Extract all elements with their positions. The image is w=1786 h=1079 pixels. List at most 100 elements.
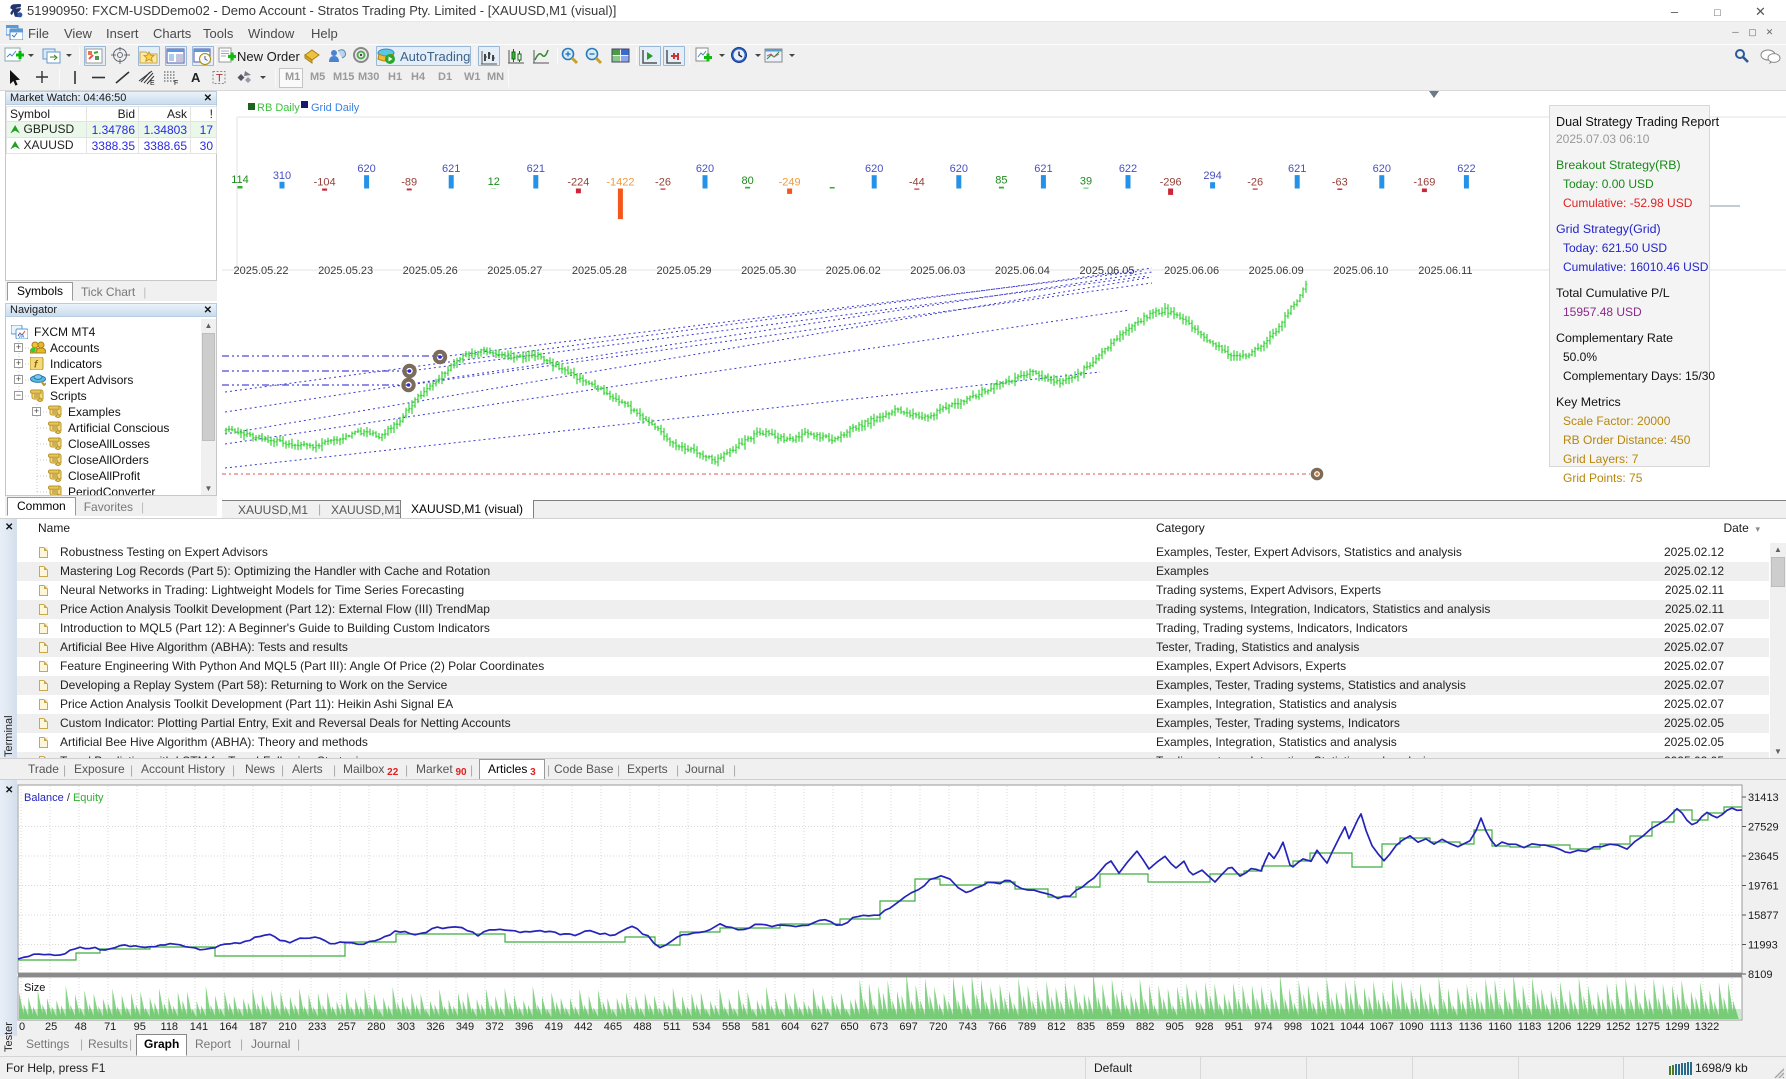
svg-text:372: 372	[485, 1021, 503, 1033]
svg-text:859: 859	[1106, 1021, 1124, 1033]
svg-text:310: 310	[273, 170, 291, 182]
svg-text:T: T	[216, 73, 223, 85]
svg-text:1090: 1090	[1399, 1021, 1423, 1033]
svg-text:1136: 1136	[1459, 1021, 1483, 1033]
svg-text:1044: 1044	[1340, 1021, 1364, 1033]
svg-text:2025.05.26: 2025.05.26	[403, 265, 458, 277]
svg-text:8109: 8109	[1748, 969, 1772, 981]
svg-text:488: 488	[633, 1021, 651, 1033]
svg-text:-296: -296	[1160, 177, 1182, 189]
svg-text:2025.06.04: 2025.06.04	[995, 265, 1050, 277]
svg-text:558: 558	[722, 1021, 740, 1033]
svg-text:621: 621	[442, 163, 460, 175]
svg-text:RB Daily: RB Daily	[257, 102, 300, 114]
svg-text:326: 326	[426, 1021, 444, 1033]
svg-text:2025.06.09: 2025.06.09	[1249, 265, 1304, 277]
svg-text:A: A	[191, 70, 201, 85]
svg-text:534: 534	[692, 1021, 710, 1033]
svg-text:Grid Daily: Grid Daily	[311, 102, 360, 114]
svg-text:1183: 1183	[1518, 1021, 1542, 1033]
svg-text:951: 951	[1225, 1021, 1243, 1033]
svg-text:620: 620	[696, 163, 714, 175]
svg-text:1067: 1067	[1369, 1021, 1393, 1033]
svg-text:1229: 1229	[1576, 1021, 1600, 1033]
svg-text:2025.06.11: 2025.06.11	[1418, 265, 1472, 277]
svg-text:604: 604	[781, 1021, 799, 1033]
svg-text:-169: -169	[1413, 177, 1435, 189]
svg-text:23645: 23645	[1748, 851, 1779, 863]
svg-text:974: 974	[1254, 1021, 1272, 1033]
svg-text:621: 621	[527, 163, 545, 175]
svg-text:622: 622	[1119, 163, 1137, 175]
svg-text:697: 697	[899, 1021, 917, 1033]
svg-text:F: F	[174, 80, 178, 87]
svg-text:80: 80	[741, 175, 753, 187]
svg-text:998: 998	[1284, 1021, 1302, 1033]
svg-text:-89: -89	[401, 177, 417, 189]
svg-text:882: 882	[1136, 1021, 1154, 1033]
svg-text:621: 621	[1288, 163, 1306, 175]
svg-text:210: 210	[278, 1021, 296, 1033]
svg-text:442: 442	[574, 1021, 592, 1033]
svg-text:2025.05.22: 2025.05.22	[233, 265, 288, 277]
svg-text:1299: 1299	[1665, 1021, 1689, 1033]
svg-text:-249: -249	[779, 177, 801, 189]
svg-text:31413: 31413	[1748, 792, 1779, 804]
svg-text:187: 187	[249, 1021, 267, 1033]
svg-text:2025.05.28: 2025.05.28	[572, 265, 627, 277]
svg-text:E: E	[150, 80, 155, 87]
svg-text:118: 118	[161, 1021, 179, 1033]
svg-text:25: 25	[45, 1021, 57, 1033]
svg-text:2025.06.03: 2025.06.03	[910, 265, 965, 277]
svg-text:2025.06.02: 2025.06.02	[826, 265, 881, 277]
svg-text:396: 396	[515, 1021, 533, 1033]
svg-text:928: 928	[1195, 1021, 1213, 1033]
svg-text:Balance / Equity: Balance / Equity	[24, 792, 104, 804]
svg-text:905: 905	[1166, 1021, 1184, 1033]
svg-text:743: 743	[959, 1021, 977, 1033]
svg-text:-26: -26	[1247, 177, 1263, 189]
svg-text:2025.05.27: 2025.05.27	[487, 265, 542, 277]
svg-text:85: 85	[995, 175, 1007, 187]
svg-text:621: 621	[1034, 163, 1052, 175]
svg-text:620: 620	[357, 163, 375, 175]
svg-text:2025.05.30: 2025.05.30	[741, 265, 796, 277]
svg-text:12: 12	[488, 176, 500, 188]
svg-text:465: 465	[604, 1021, 622, 1033]
svg-text:2025.06.10: 2025.06.10	[1333, 265, 1388, 277]
svg-text:Size: Size	[24, 982, 45, 994]
svg-text:812: 812	[1047, 1021, 1065, 1033]
svg-text:0: 0	[19, 1021, 25, 1033]
svg-text:1275: 1275	[1636, 1021, 1660, 1033]
svg-text:673: 673	[870, 1021, 888, 1033]
svg-text:1206: 1206	[1547, 1021, 1571, 1033]
svg-text:VA: VA	[18, 334, 25, 339]
svg-text:2025.05.29: 2025.05.29	[656, 265, 711, 277]
svg-text:2025.06.06: 2025.06.06	[1164, 265, 1219, 277]
svg-text:95: 95	[134, 1021, 146, 1033]
svg-text:-63: -63	[1332, 177, 1348, 189]
svg-text:-1422: -1422	[606, 177, 634, 189]
svg-text:280: 280	[367, 1021, 385, 1033]
svg-text:511: 511	[663, 1021, 681, 1033]
svg-text:620: 620	[865, 163, 883, 175]
svg-text:39: 39	[1080, 176, 1092, 188]
svg-text:11993: 11993	[1748, 940, 1778, 952]
svg-text:1113: 1113	[1429, 1021, 1452, 1033]
svg-text:-104: -104	[314, 177, 336, 189]
svg-text:720: 720	[929, 1021, 947, 1033]
svg-text:141: 141	[190, 1021, 208, 1033]
svg-text:766: 766	[988, 1021, 1006, 1033]
svg-text:71: 71	[104, 1021, 116, 1033]
svg-text:419: 419	[545, 1021, 563, 1033]
svg-text:48: 48	[74, 1021, 86, 1033]
svg-text:164: 164	[219, 1021, 237, 1033]
svg-text:294: 294	[1203, 170, 1221, 182]
svg-text:581: 581	[752, 1021, 770, 1033]
svg-text:622: 622	[1457, 163, 1475, 175]
svg-text:789: 789	[1018, 1021, 1036, 1033]
svg-text:-224: -224	[567, 177, 589, 189]
svg-text:1160: 1160	[1488, 1021, 1512, 1033]
svg-text:233: 233	[308, 1021, 326, 1033]
svg-text:650: 650	[840, 1021, 858, 1033]
